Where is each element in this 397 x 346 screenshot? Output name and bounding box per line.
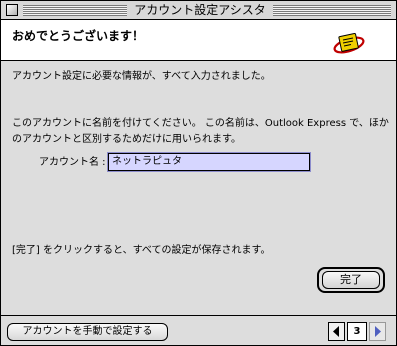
left-arrow-icon [333,326,339,337]
window-title: アカウント設定アシスタント [131,2,269,33]
account-name-input[interactable]: ネットラピュタ [107,152,311,172]
close-box[interactable] [6,4,18,16]
account-name-instructions: このアカウントに名前を付けてください。 この名前は、Outlook Expres… [12,118,389,145]
finish-button[interactable]: 完了 [322,271,380,289]
info-complete-text: アカウント設定に必要な情報が、すべて入力されました。 [12,71,271,82]
previous-page-button[interactable] [328,322,345,341]
next-page-button[interactable] [369,322,386,341]
account-name-label: アカウント名 : [39,157,106,168]
mail-icon [333,32,365,54]
title-bar[interactable]: アカウント設定アシスタント [1,1,396,33]
save-notice-text: [完了] をクリックすると、すべての設定が保存されます。 [12,245,271,256]
manual-setup-button[interactable]: アカウントを手動で設定する [7,323,168,341]
footer-divider [1,315,396,316]
default-button-ring: 完了 [317,267,385,293]
title-stripes-right [273,5,391,16]
title-stripes-left [23,5,127,16]
page-number: 3 [347,322,367,341]
right-arrow-icon [375,326,381,337]
page-navigator: 3 [328,322,386,341]
assistant-window: アカウント設定アシスタント おめでとうございます！ アカウント設定に必要な情報が… [0,0,397,346]
header-panel: おめでとうございます！ [1,20,396,61]
header-title: おめでとうございます！ [12,29,145,43]
